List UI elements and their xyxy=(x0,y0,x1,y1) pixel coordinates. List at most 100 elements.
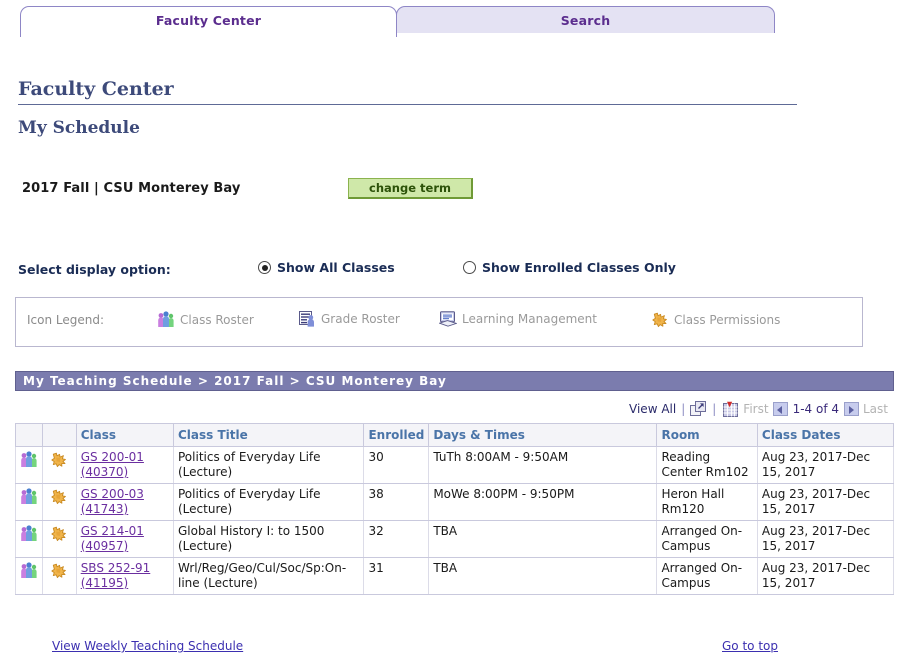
class-permissions-icon[interactable] xyxy=(50,488,68,505)
page-title: Faculty Center xyxy=(18,78,797,105)
toolbar-separator-2: | xyxy=(712,402,717,416)
table-row: GS 200-03 (41743) Politics of Everyday Lif… xyxy=(14,483,895,521)
cell-class-permissions[interactable] xyxy=(42,557,77,595)
class-link[interactable]: GS 200-01 xyxy=(81,450,144,464)
class-link[interactable]: GS 200-03 xyxy=(81,487,144,501)
cell-room: Arranged On-Campus xyxy=(656,520,758,558)
table-row: GS 214-01 (40957) Global History I: to 150… xyxy=(14,520,895,558)
icon-legend-box: Icon Legend: Class Roster Grade Roster L… xyxy=(15,297,863,347)
learning-management-icon xyxy=(439,311,457,327)
pagination-first-label: First xyxy=(743,402,769,416)
table-row: GS 200-01 (40370) Politics of Everyday Lif… xyxy=(14,446,895,484)
radio-button-icon-selected[interactable] xyxy=(258,261,271,274)
class-roster-icon xyxy=(158,311,174,327)
cell-enrolled: 32 xyxy=(363,520,430,558)
cell-class: GS 200-01 (40370) xyxy=(75,446,175,484)
col-header-permissions-icon xyxy=(42,423,77,447)
col-header-class: Class xyxy=(75,423,175,447)
class-nbr-link[interactable]: (40957) xyxy=(81,539,129,553)
cell-days-times: TuTh 8:00AM - 9:50AM xyxy=(428,446,658,484)
class-link[interactable]: SBS 252-91 xyxy=(81,561,151,575)
legend-item-class-permissions: Class Permissions xyxy=(651,311,780,328)
radio-show-enrolled-only[interactable]: Show Enrolled Classes Only xyxy=(463,260,676,275)
legend-label-class-roster: Class Roster xyxy=(180,312,254,327)
radio-button-icon-unselected[interactable] xyxy=(463,261,476,274)
change-term-button[interactable]: change term xyxy=(348,178,473,199)
legend-label-class-permissions: Class Permissions xyxy=(674,312,781,327)
class-roster-icon[interactable] xyxy=(20,525,38,542)
class-roster-icon[interactable] xyxy=(20,451,38,468)
class-permissions-icon[interactable] xyxy=(50,451,68,468)
prev-page-arrow-icon[interactable] xyxy=(772,402,788,416)
cell-class: SBS 252-91 (41195) xyxy=(75,557,175,595)
schedule-toolbar: View All | | First 1-4 of 4 Last xyxy=(15,398,894,420)
cell-room: Heron Hall Rm120 xyxy=(656,483,758,521)
class-roster-icon[interactable] xyxy=(20,562,38,579)
col-header-roster-icon xyxy=(14,423,44,447)
page-subtitle: My Schedule xyxy=(18,118,140,138)
cell-class-title: Politics of Everyday Life (Lecture) xyxy=(172,446,365,484)
table-row: SBS 252-91 (41195) Wrl/Reg/Geo/Cul/Soc/Sp:… xyxy=(14,557,895,595)
table-body: GS 200-01 (40370) Politics of Everyday Lif… xyxy=(14,446,895,595)
cell-class-roster[interactable] xyxy=(14,483,44,521)
view-all-link[interactable]: View All xyxy=(629,402,676,416)
cell-class-dates: Aug 23, 2017-Dec 15, 2017 xyxy=(756,483,895,521)
col-header-room: Room xyxy=(656,423,758,447)
cell-days-times: TBA xyxy=(428,520,658,558)
tab-faculty-center[interactable]: Faculty Center xyxy=(20,6,397,37)
pagination-controls: View All | | First 1-4 of 4 Last xyxy=(629,398,892,420)
cell-enrolled: 30 xyxy=(363,446,430,484)
cell-class-permissions[interactable] xyxy=(42,483,77,521)
cell-class-title: Politics of Everyday Life (Lecture) xyxy=(172,483,365,521)
class-nbr-link[interactable]: (40370) xyxy=(81,465,129,479)
cell-enrolled: 38 xyxy=(363,483,430,521)
class-link[interactable]: GS 214-01 xyxy=(81,524,144,538)
download-spreadsheet-icon[interactable] xyxy=(721,401,739,418)
cell-room: Arranged On-Campus xyxy=(656,557,758,595)
col-header-enrolled: Enrolled xyxy=(363,423,430,447)
icon-legend-label: Icon Legend: xyxy=(27,313,105,327)
cell-class-roster[interactable] xyxy=(14,557,44,595)
legend-label-learning-management: Learning Management xyxy=(462,312,597,326)
term-label: 2017 Fall | CSU Monterey Bay xyxy=(22,181,241,196)
next-page-arrow-icon[interactable] xyxy=(844,402,859,416)
cell-days-times: TBA xyxy=(428,557,658,595)
table-header-row: Class Class Title Enrolled Days & Times … xyxy=(14,423,895,447)
cell-class-title: Global History I: to 1500 (Lecture) xyxy=(172,520,365,558)
cell-class-dates: Aug 23, 2017-Dec 15, 2017 xyxy=(756,446,895,484)
col-header-class-title: Class Title xyxy=(172,423,365,447)
pagination-range: 1-4 of 4 xyxy=(792,402,839,416)
cell-class-permissions[interactable] xyxy=(42,520,77,558)
class-roster-icon[interactable] xyxy=(20,488,38,505)
cell-class-roster[interactable] xyxy=(14,520,44,558)
cell-days-times: MoWe 8:00PM - 9:50PM xyxy=(428,483,658,521)
tab-search[interactable]: Search xyxy=(396,6,775,33)
cell-class-dates: Aug 23, 2017-Dec 15, 2017 xyxy=(756,520,895,558)
go-to-top-link[interactable]: Go to top xyxy=(722,639,778,653)
radio-show-all-classes[interactable]: Show All Classes xyxy=(258,260,395,275)
class-permissions-icon[interactable] xyxy=(50,562,68,579)
cell-class: GS 200-03 (41743) xyxy=(75,483,175,521)
new-window-icon[interactable] xyxy=(690,401,707,417)
legend-item-learning-management: Learning Management xyxy=(439,311,597,327)
teaching-schedule-table: Class Class Title Enrolled Days & Times … xyxy=(14,423,895,595)
cell-class-permissions[interactable] xyxy=(42,446,77,484)
schedule-header-bar: My Teaching Schedule > 2017 Fall > CSU M… xyxy=(15,371,894,391)
cell-enrolled: 31 xyxy=(363,557,430,595)
col-header-class-dates: Class Dates xyxy=(756,423,895,447)
toolbar-separator-1: | xyxy=(681,402,686,416)
class-nbr-link[interactable]: (41195) xyxy=(81,576,129,590)
cell-class-dates: Aug 23, 2017-Dec 15, 2017 xyxy=(756,557,895,595)
class-permissions-icon xyxy=(652,312,667,328)
cell-class-roster[interactable] xyxy=(14,446,44,484)
col-header-days-times: Days & Times xyxy=(428,423,658,447)
display-option-label: Select display option: xyxy=(18,262,171,277)
view-weekly-teaching-schedule-link[interactable]: View Weekly Teaching Schedule xyxy=(52,639,243,653)
radio-show-enrolled-only-label: Show Enrolled Classes Only xyxy=(482,260,676,275)
cell-class-title: Wrl/Reg/Geo/Cul/Soc/Sp:On-line (Lecture) xyxy=(172,557,365,595)
class-permissions-icon[interactable] xyxy=(50,525,68,542)
pagination-last-label: Last xyxy=(863,402,888,416)
class-nbr-link[interactable]: (41743) xyxy=(81,502,129,516)
cell-class: GS 214-01 (40957) xyxy=(75,520,175,558)
cell-room: Reading Center Rm102 xyxy=(656,446,758,484)
